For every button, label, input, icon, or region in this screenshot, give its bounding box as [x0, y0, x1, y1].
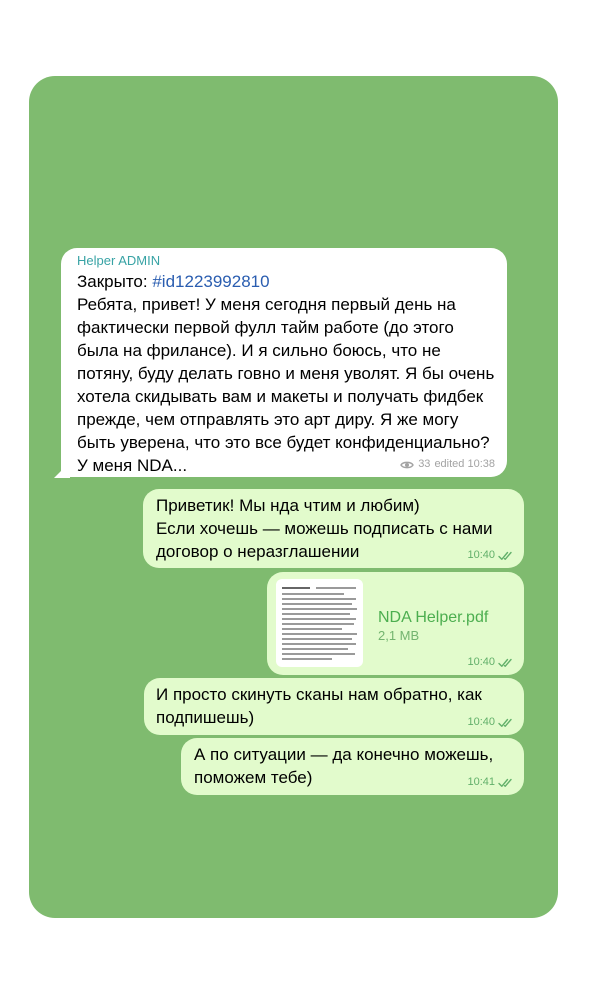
view-count: 33: [418, 458, 431, 470]
edited-time: edited 10:38: [434, 458, 495, 470]
double-check-icon: [498, 658, 514, 668]
message-meta: 10:40: [467, 716, 514, 729]
double-check-icon: [498, 778, 514, 788]
closed-label: Закрыто:: [77, 272, 153, 291]
outgoing-message[interactable]: Приветик! Мы нда чтим и любим) Если хоче…: [143, 489, 524, 568]
outgoing-message[interactable]: А по ситуации — да конечно можешь, помож…: [181, 738, 524, 795]
sender-name[interactable]: Helper ADMIN: [77, 253, 495, 269]
message-meta: 10:40: [467, 549, 514, 562]
eye-icon: [400, 460, 414, 470]
double-check-icon: [498, 718, 514, 728]
message-text: Ребята, привет! У меня сегодня первый де…: [77, 295, 500, 475]
double-check-icon: [498, 551, 514, 561]
message-meta: 10:41: [467, 776, 514, 789]
file-size: 2,1 MB: [378, 628, 420, 643]
message-meta: 33 edited 10:38: [400, 458, 495, 471]
outgoing-message[interactable]: И просто скинуть сканы нам обратно, как …: [144, 678, 524, 735]
incoming-message[interactable]: Helper ADMIN Закрыто: #id1223992810 Ребя…: [61, 248, 507, 477]
message-text: И просто скинуть сканы нам обратно, как …: [156, 685, 487, 727]
closed-line: Закрыто: #id1223992810: [77, 270, 495, 293]
message-time: 10:40: [467, 549, 495, 561]
pdf-thumbnail[interactable]: [276, 579, 363, 667]
message-meta: 10:40: [467, 656, 514, 669]
message-time: 10:41: [467, 776, 495, 788]
message-time: 10:40: [467, 716, 495, 728]
message-text: А по ситуации — да конечно можешь, помож…: [194, 745, 498, 787]
message-text: Приветик! Мы нда чтим и любим) Если хоче…: [156, 496, 493, 561]
message-time: 10:40: [467, 656, 495, 668]
hashtag-link[interactable]: #id1223992810: [152, 272, 269, 291]
file-name[interactable]: NDA Helper.pdf: [378, 608, 488, 628]
outgoing-document-message[interactable]: NDA Helper.pdf 2,1 MB 10:40: [267, 572, 524, 675]
